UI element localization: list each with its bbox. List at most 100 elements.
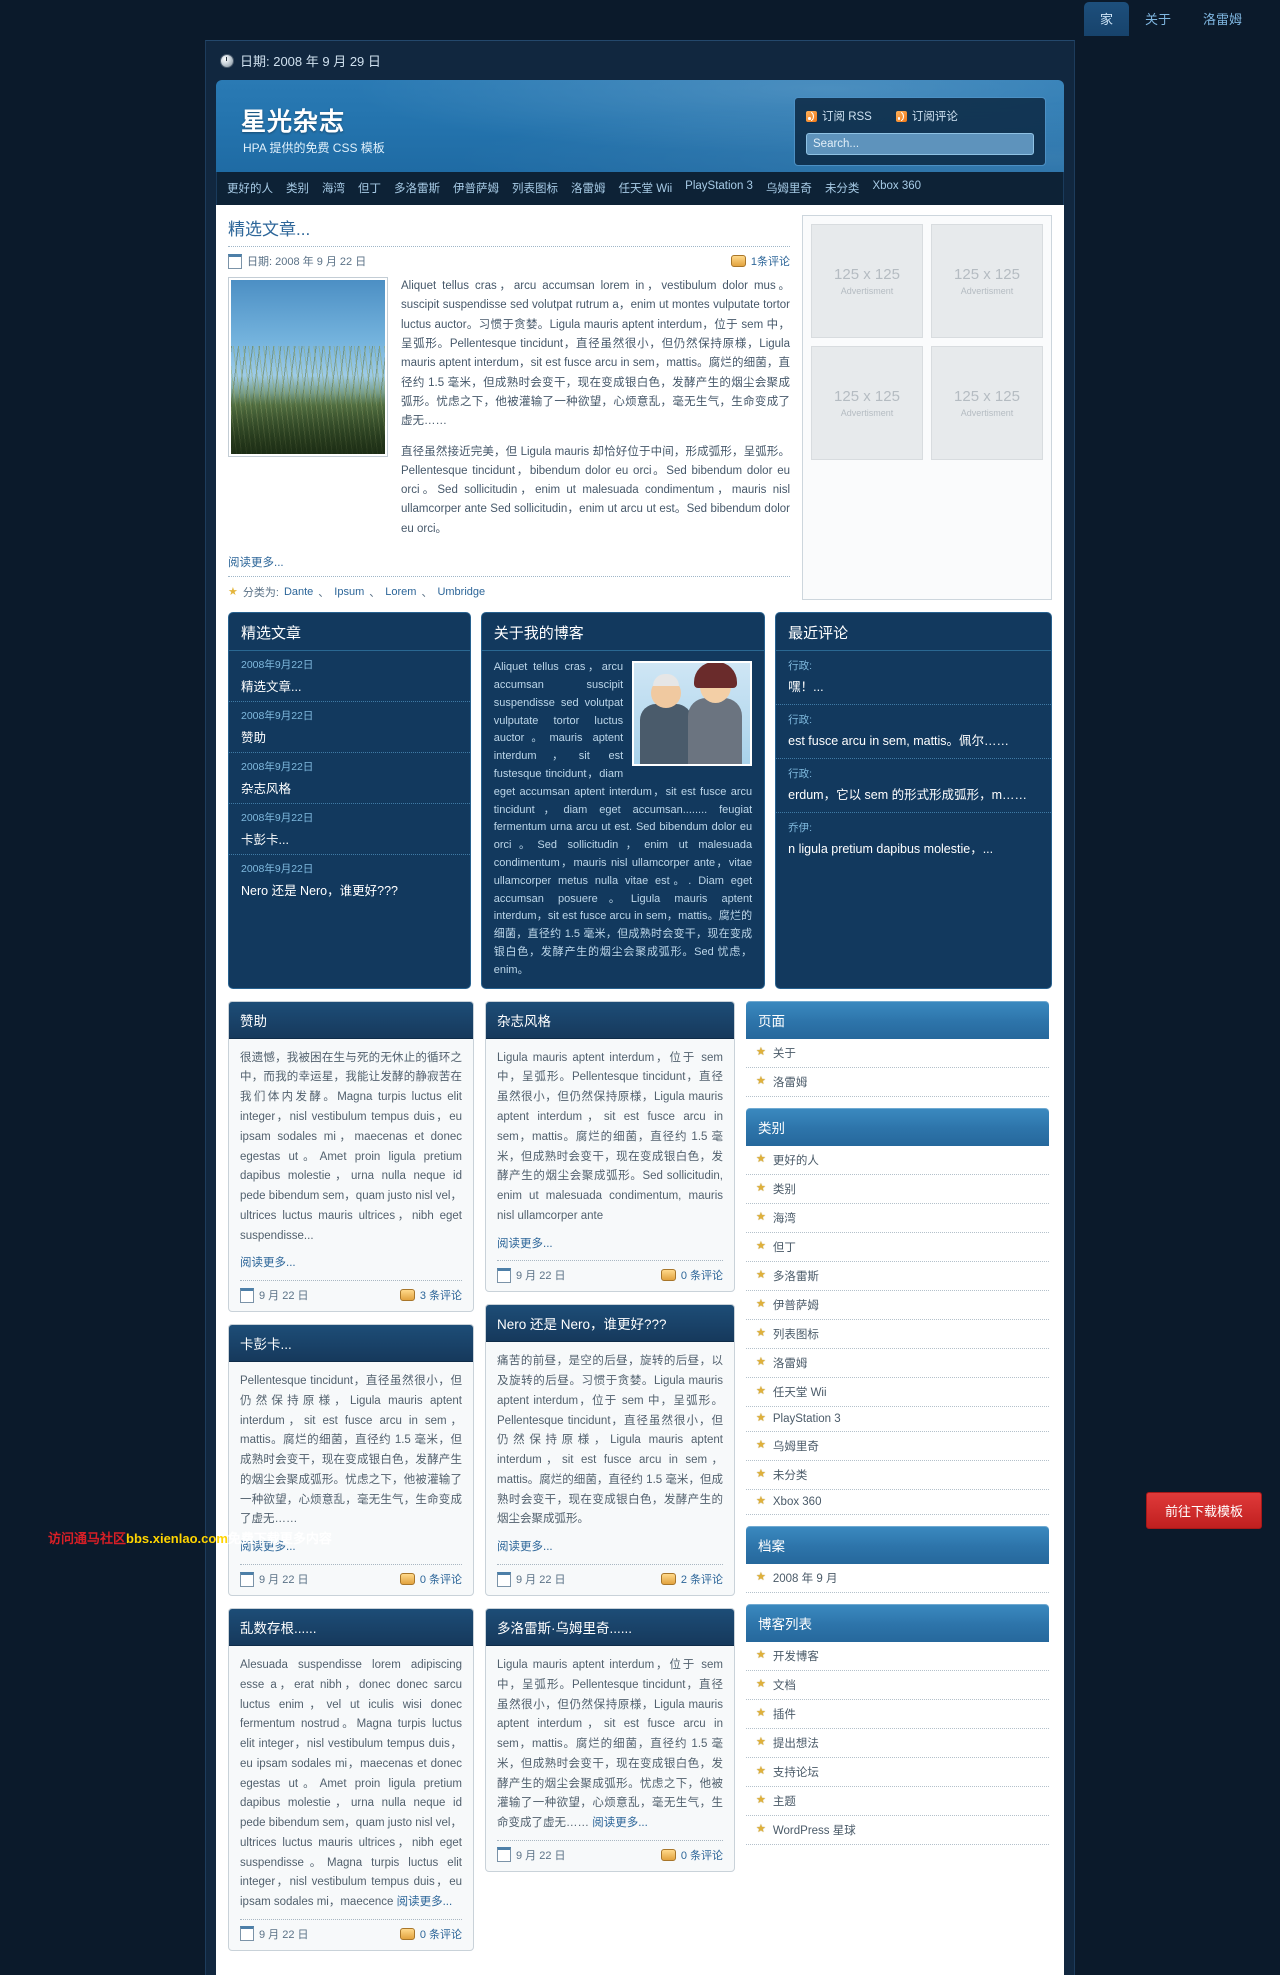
list-item[interactable]: ★ 支持论坛 [746,1758,1049,1787]
list-item[interactable]: ★ 未分类 [746,1461,1049,1490]
list-item[interactable]: ★ 2008 年 9 月 [746,1564,1049,1593]
list-item[interactable]: ★ 乌姆里奇 [746,1432,1049,1461]
sidebar-category-7[interactable]: 洛雷姆 [773,1355,808,1371]
sidebar-category-8[interactable]: 任天堂 Wii [773,1384,827,1400]
download-template-button[interactable]: 前往下载模板 [1145,1492,1262,1529]
list-item[interactable]: ★ 文档 [746,1671,1049,1700]
list-item[interactable]: 2008年9月22日 赞助 [229,702,470,754]
featured-read-more-link[interactable]: 阅读更多... [228,557,284,569]
featured-post-title[interactable]: 精选文章... [228,215,790,247]
list-item[interactable]: 行政: 嘿！... [776,651,1051,706]
catnav-item-6[interactable]: 列表图标 [512,180,558,196]
sidebar-category-9[interactable]: PlayStation 3 [773,1413,841,1425]
list-item[interactable]: ★ 多洛雷斯 [746,1262,1049,1291]
list-item[interactable]: ★ 洛雷姆 [746,1068,1049,1097]
sidebar-blogroll-2[interactable]: 插件 [773,1706,796,1722]
list-item[interactable]: ★ 更好的人 [746,1146,1049,1175]
sidebar-category-12[interactable]: Xbox 360 [773,1496,822,1508]
list-item[interactable]: ★ 开发博客 [746,1642,1049,1671]
catnav-item-2[interactable]: 海湾 [322,180,345,196]
featured-post-comments[interactable]: 1条评论 [730,253,790,269]
sidebar-blogroll-6[interactable]: WordPress 星球 [773,1822,856,1838]
list-item[interactable]: ★ 插件 [746,1700,1049,1729]
post-card-umbridge-readmore[interactable]: 阅读更多... [592,1817,648,1829]
post-card-umbridge-title[interactable]: 多洛雷斯·乌姆里奇...... [486,1609,734,1646]
featured-category-1[interactable]: Ipsum [334,586,364,598]
sidebar-blogroll-0[interactable]: 开发博客 [773,1648,819,1664]
top-nav-item-home[interactable]: 家 [1083,2,1129,36]
post-card-sponsor-readmore[interactable]: 阅读更多... [240,1257,296,1269]
ad-slot-4[interactable]: 125 x 125 Advertisment [931,346,1043,460]
featured-category-0[interactable]: Dante [284,586,313,598]
featured-post-comments-link[interactable]: 1条评论 [751,253,790,269]
sidebar-blogroll-4[interactable]: 支持论坛 [773,1764,819,1780]
list-item[interactable]: ★ 提出想法 [746,1729,1049,1758]
list-item[interactable]: 2008年9月22日 卡彭卡... [229,804,470,856]
sidebar-category-2[interactable]: 海湾 [773,1210,796,1226]
post-card-random-readmore[interactable]: 阅读更多... [397,1896,453,1908]
list-item[interactable]: ★ 关于 [746,1039,1049,1068]
catnav-item-0[interactable]: 更好的人 [227,180,273,196]
post-card-nero-comments[interactable]: 2 条评论 [660,1571,723,1587]
list-item[interactable]: 行政: erdum，它以 sem 的形式形成弧形，m…… [776,759,1051,814]
list-item[interactable]: ★ 洛雷姆 [746,1349,1049,1378]
catnav-item-5[interactable]: 伊普萨姆 [453,180,499,196]
sidebar-blogroll-5[interactable]: 主题 [773,1793,796,1809]
list-item[interactable]: 乔伊: n ligula pretium dapibus molestie，..… [776,813,1051,866]
post-card-sponsor-comments-link[interactable]: 3 条评论 [420,1287,462,1303]
sidebar-category-5[interactable]: 伊普萨姆 [773,1297,819,1313]
catnav-item-4[interactable]: 多洛雷斯 [394,180,440,196]
post-card-umbridge-comments-link[interactable]: 0 条评论 [681,1847,723,1863]
post-card-kapangka-comments[interactable]: 0 条评论 [399,1571,462,1587]
catnav-item-11[interactable]: 未分类 [825,180,860,196]
sidebar-category-3[interactable]: 但丁 [773,1239,796,1255]
post-card-magazine-comments-link[interactable]: 0 条评论 [681,1267,723,1283]
post-card-nero-readmore[interactable]: 阅读更多... [497,1541,553,1553]
subscribe-rss-link[interactable]: 订阅 RSS [806,108,872,124]
post-card-magazine-title[interactable]: 杂志风格 [486,1001,734,1039]
list-item[interactable]: ★ 海湾 [746,1204,1049,1233]
post-card-magazine-comments[interactable]: 0 条评论 [660,1267,723,1283]
catnav-item-8[interactable]: 任天堂 Wii [619,180,673,196]
post-card-random-title[interactable]: 乱数存根...... [229,1609,473,1646]
catnav-item-7[interactable]: 洛雷姆 [571,180,606,196]
catnav-item-3[interactable]: 但丁 [358,180,381,196]
list-item[interactable]: ★ 列表图标 [746,1320,1049,1349]
search-input[interactable] [806,133,1034,155]
list-item[interactable]: ★ Xbox 360 [746,1490,1049,1515]
top-nav-item-about[interactable]: 关于 [1129,2,1187,36]
catnav-item-12[interactable]: Xbox 360 [872,180,921,196]
post-card-kapangka-comments-link[interactable]: 0 条评论 [420,1571,462,1587]
list-item[interactable]: 2008年9月22日 精选文章... [229,651,470,703]
list-item[interactable]: ★ 类别 [746,1175,1049,1204]
sidebar-page-0[interactable]: 关于 [773,1045,796,1061]
ad-slot-3[interactable]: 125 x 125 Advertisment [811,346,923,460]
post-card-sponsor-title[interactable]: 赞助 [229,1001,473,1039]
sidebar-blogroll-3[interactable]: 提出想法 [773,1735,819,1751]
list-item[interactable]: ★ PlayStation 3 [746,1407,1049,1432]
catnav-item-10[interactable]: 乌姆里奇 [766,180,812,196]
list-item[interactable]: 2008年9月22日 Nero 还是 Nero，谁更好??? [229,855,470,905]
sidebar-blogroll-1[interactable]: 文档 [773,1677,796,1693]
ad-slot-2[interactable]: 125 x 125 Advertisment [931,224,1043,338]
sidebar-archive-0[interactable]: 2008 年 9 月 [773,1570,838,1586]
sidebar-category-1[interactable]: 类别 [773,1181,796,1197]
sidebar-category-10[interactable]: 乌姆里奇 [773,1438,819,1454]
post-card-sponsor-comments[interactable]: 3 条评论 [399,1287,462,1303]
catnav-item-1[interactable]: 类别 [286,180,309,196]
post-card-kapangka-title[interactable]: 卡彭卡... [229,1325,473,1363]
sidebar-category-11[interactable]: 未分类 [773,1467,808,1483]
post-card-umbridge-comments[interactable]: 0 条评论 [660,1847,723,1863]
list-item[interactable]: 2008年9月22日 杂志风格 [229,753,470,805]
list-item[interactable]: ★ 但丁 [746,1233,1049,1262]
sidebar-category-4[interactable]: 多洛雷斯 [773,1268,819,1284]
subscribe-comments-link[interactable]: 订阅评论 [895,108,958,124]
featured-category-2[interactable]: Lorem [385,586,416,598]
ad-slot-1[interactable]: 125 x 125 Advertisment [811,224,923,338]
post-card-magazine-readmore[interactable]: 阅读更多... [497,1238,553,1250]
post-card-nero-title[interactable]: Nero 还是 Nero，谁更好??? [486,1305,734,1343]
top-nav-item-lorem[interactable]: 洛雷姆 [1187,2,1258,36]
featured-category-3[interactable]: Umbridge [437,586,485,598]
sidebar-page-1[interactable]: 洛雷姆 [773,1074,808,1090]
list-item[interactable]: ★ 任天堂 Wii [746,1378,1049,1407]
